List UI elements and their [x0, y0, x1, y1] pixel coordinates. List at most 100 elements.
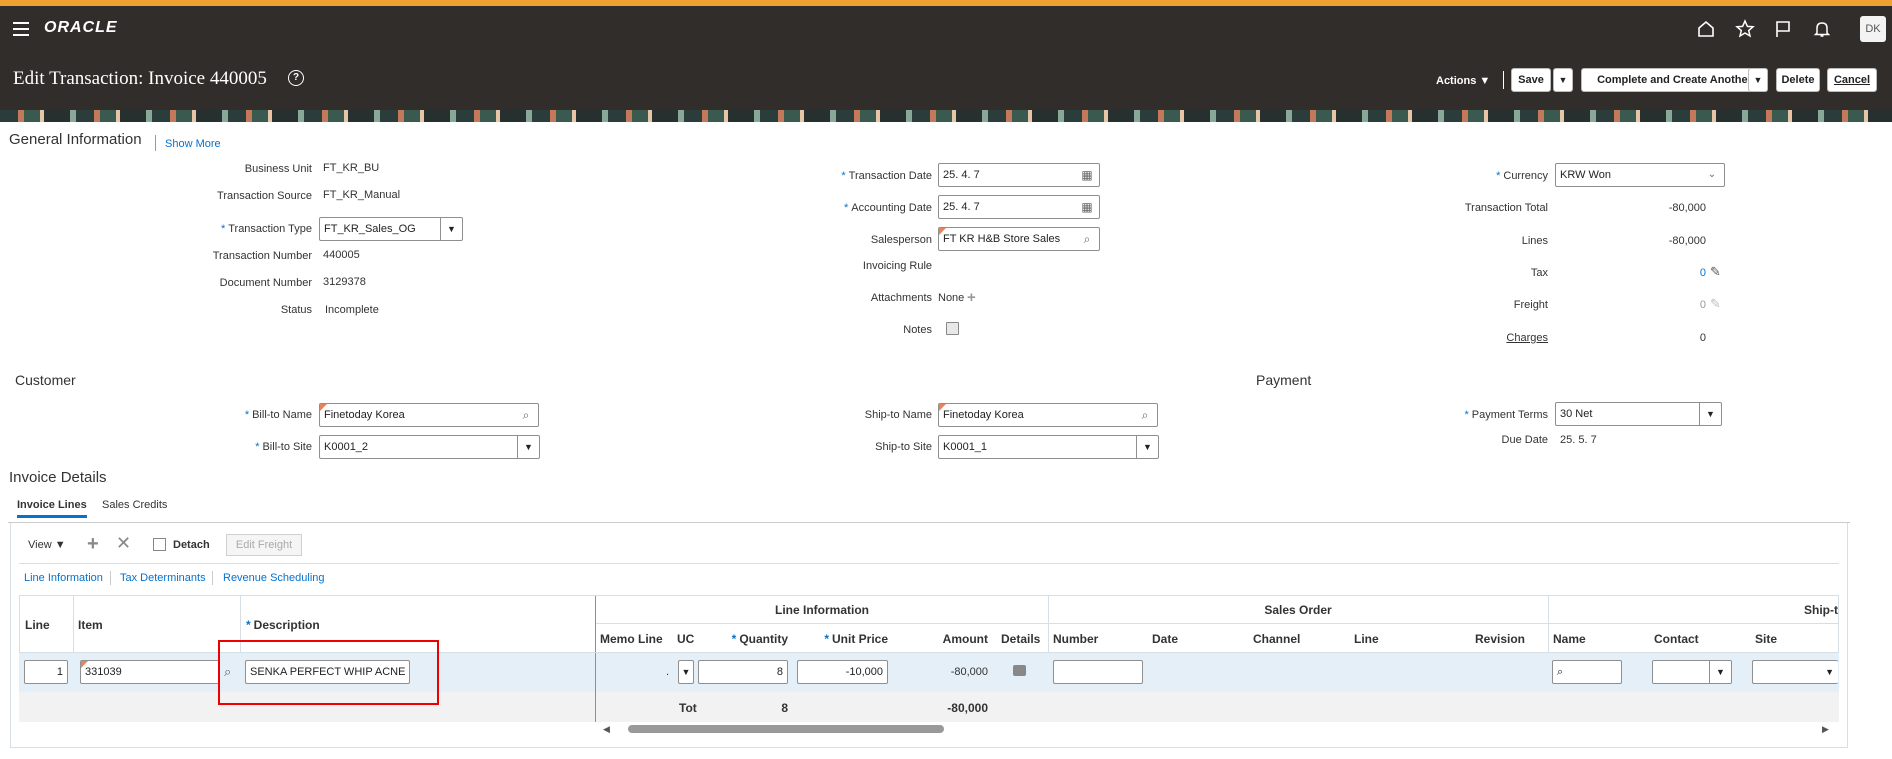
user-avatar[interactable]: DK: [1860, 16, 1886, 42]
payment-terms-select[interactable]: 30 Net ▼: [1555, 402, 1722, 426]
calendar-icon[interactable]: ▦: [1079, 196, 1095, 218]
bill-to-site-select[interactable]: K0001_2 ▼: [319, 435, 540, 459]
menu-icon[interactable]: [13, 22, 29, 36]
currency-value: KRW Won: [1560, 169, 1611, 181]
delete-row-icon[interactable]: ✕: [116, 533, 131, 554]
invoicing-rule-label: Invoicing Rule: [862, 260, 932, 272]
home-icon[interactable]: [1695, 19, 1717, 39]
ship-to-contact-select[interactable]: ▼: [1652, 660, 1732, 684]
ship-to-name-label: Ship-to Name: [864, 409, 932, 421]
detach-icon[interactable]: [153, 538, 166, 551]
ship-to-name-cell-input[interactable]: ⌕: [1552, 660, 1622, 684]
accounting-date-input[interactable]: 25. 4. 7 ▦: [938, 195, 1100, 219]
accounting-date-label: * Accounting Date: [844, 202, 932, 214]
add-attachment-icon[interactable]: +: [967, 289, 976, 306]
group-sales-order: Sales Order: [1264, 603, 1332, 617]
item-input[interactable]: 331039: [80, 660, 220, 684]
col-details: Details: [1001, 632, 1041, 646]
bill-to-name-input[interactable]: Finetoday Korea ⌕: [319, 403, 539, 427]
tab-sales-credits[interactable]: Sales Credits: [102, 499, 167, 511]
attachments-value: None: [938, 292, 965, 304]
currency-select[interactable]: KRW Won ⌄: [1555, 163, 1725, 187]
scrollbar-thumb[interactable]: [628, 725, 944, 733]
quantity-input[interactable]: 8: [698, 660, 788, 684]
line-number-input[interactable]: 1: [24, 660, 68, 684]
notes-icon[interactable]: [946, 322, 959, 335]
ship-to-name-input[interactable]: Finetoday Korea ⌕: [938, 403, 1158, 427]
flag-icon[interactable]: [1772, 19, 1794, 39]
col-quantity: * Quantity: [731, 632, 788, 646]
chevron-down-icon[interactable]: ⌄: [1704, 164, 1720, 186]
invoice-details-heading: Invoice Details: [9, 469, 107, 486]
col-number: Number: [1053, 632, 1099, 646]
edit-freight-button: Edit Freight: [226, 534, 302, 556]
transaction-number-label: Transaction Number: [212, 250, 312, 262]
changed-flag: [939, 228, 946, 235]
save-menu-button[interactable]: ▼: [1553, 68, 1573, 92]
actions-menu[interactable]: Actions ▼: [1436, 75, 1490, 87]
ship-to-name-value: Finetoday Korea: [943, 409, 1024, 421]
scroll-right-icon[interactable]: ▶: [1822, 724, 1829, 735]
uom-select[interactable]: ▼: [678, 660, 694, 684]
col-so-line: Line: [1354, 632, 1379, 646]
heading-divider: [155, 135, 156, 151]
search-icon[interactable]: ⌕: [1557, 666, 1563, 678]
group-line-information: Line Information: [775, 603, 869, 617]
show-more-link[interactable]: Show More: [165, 138, 221, 150]
delete-button[interactable]: Delete: [1776, 68, 1820, 92]
cancel-button[interactable]: Cancel: [1827, 68, 1877, 92]
complete-menu-button[interactable]: ▼: [1748, 68, 1768, 92]
help-icon[interactable]: ?: [288, 70, 304, 86]
total-quantity: 8: [781, 701, 788, 715]
ship-to-site-select[interactable]: K0001_1 ▼: [938, 435, 1159, 459]
edit-tax-pencil-icon[interactable]: ✎: [1710, 264, 1721, 280]
chevron-down-icon[interactable]: ▼: [1136, 436, 1158, 458]
tax-determinants-link[interactable]: Tax Determinants: [120, 572, 206, 584]
highlight-box: [218, 640, 439, 705]
bill-to-name-label: * Bill-to Name: [244, 409, 312, 421]
bell-icon[interactable]: [1811, 19, 1833, 39]
oracle-logo: ORACLE: [44, 19, 118, 36]
charges-link[interactable]: Charges: [1400, 332, 1548, 344]
bill-to-site-value: K0001_2: [324, 441, 369, 453]
chevron-down-icon[interactable]: ▼: [517, 436, 539, 458]
chevron-down-icon[interactable]: ▼: [1825, 661, 1834, 683]
details-icon[interactable]: [1013, 665, 1026, 676]
tab-invoice-lines[interactable]: Invoice Lines: [17, 499, 87, 518]
calendar-icon[interactable]: ▦: [1079, 164, 1095, 186]
col-memo-line: Memo Line: [600, 632, 663, 646]
unit-price-input[interactable]: -10,000: [797, 660, 888, 684]
search-icon[interactable]: ⌕: [1137, 404, 1153, 426]
ship-to-site-cell-select[interactable]: ▼: [1752, 660, 1838, 684]
search-icon[interactable]: ⌕: [518, 404, 534, 426]
save-button[interactable]: Save: [1511, 68, 1551, 92]
horizontal-scrollbar[interactable]: [618, 724, 1828, 734]
star-icon[interactable]: [1734, 19, 1756, 39]
col-site: Site: [1755, 632, 1778, 646]
chevron-down-icon[interactable]: ▼: [440, 218, 462, 240]
line-information-link[interactable]: Line Information: [24, 572, 103, 584]
col-channel: Channel: [1253, 632, 1301, 646]
chevron-down-icon[interactable]: ▼: [1709, 661, 1731, 683]
chevron-down-icon[interactable]: ▼: [1699, 403, 1721, 425]
tax-value-link[interactable]: 0: [1690, 267, 1706, 279]
complete-create-another-button[interactable]: Complete and Create Another: [1581, 68, 1768, 92]
col-description: * Description: [246, 618, 320, 632]
transaction-date-input[interactable]: 25. 4. 7 ▦: [938, 163, 1100, 187]
detach-button[interactable]: Detach: [173, 539, 210, 551]
document-number-label: Document Number: [219, 277, 312, 289]
col-date: Date: [1152, 632, 1179, 646]
amount-value: -80,000: [950, 666, 988, 678]
salesperson-input[interactable]: FT KR H&B Store Sales ⌕: [938, 227, 1100, 251]
payment-terms-label: * Payment Terms: [1464, 409, 1549, 421]
view-menu[interactable]: View ▼: [28, 539, 66, 551]
attachments-label: Attachments: [870, 292, 932, 304]
revenue-scheduling-link[interactable]: Revenue Scheduling: [223, 572, 325, 584]
business-unit-value: FT_KR_BU: [323, 162, 380, 174]
scroll-left-icon[interactable]: ◀: [603, 724, 610, 735]
add-row-icon[interactable]: +: [87, 533, 99, 556]
transaction-type-select[interactable]: FT_KR_Sales_OG ▼: [319, 217, 463, 241]
search-icon[interactable]: ⌕: [1079, 228, 1095, 250]
transaction-total-label: Transaction Total: [1464, 202, 1548, 214]
sales-order-number-input[interactable]: [1053, 660, 1143, 684]
